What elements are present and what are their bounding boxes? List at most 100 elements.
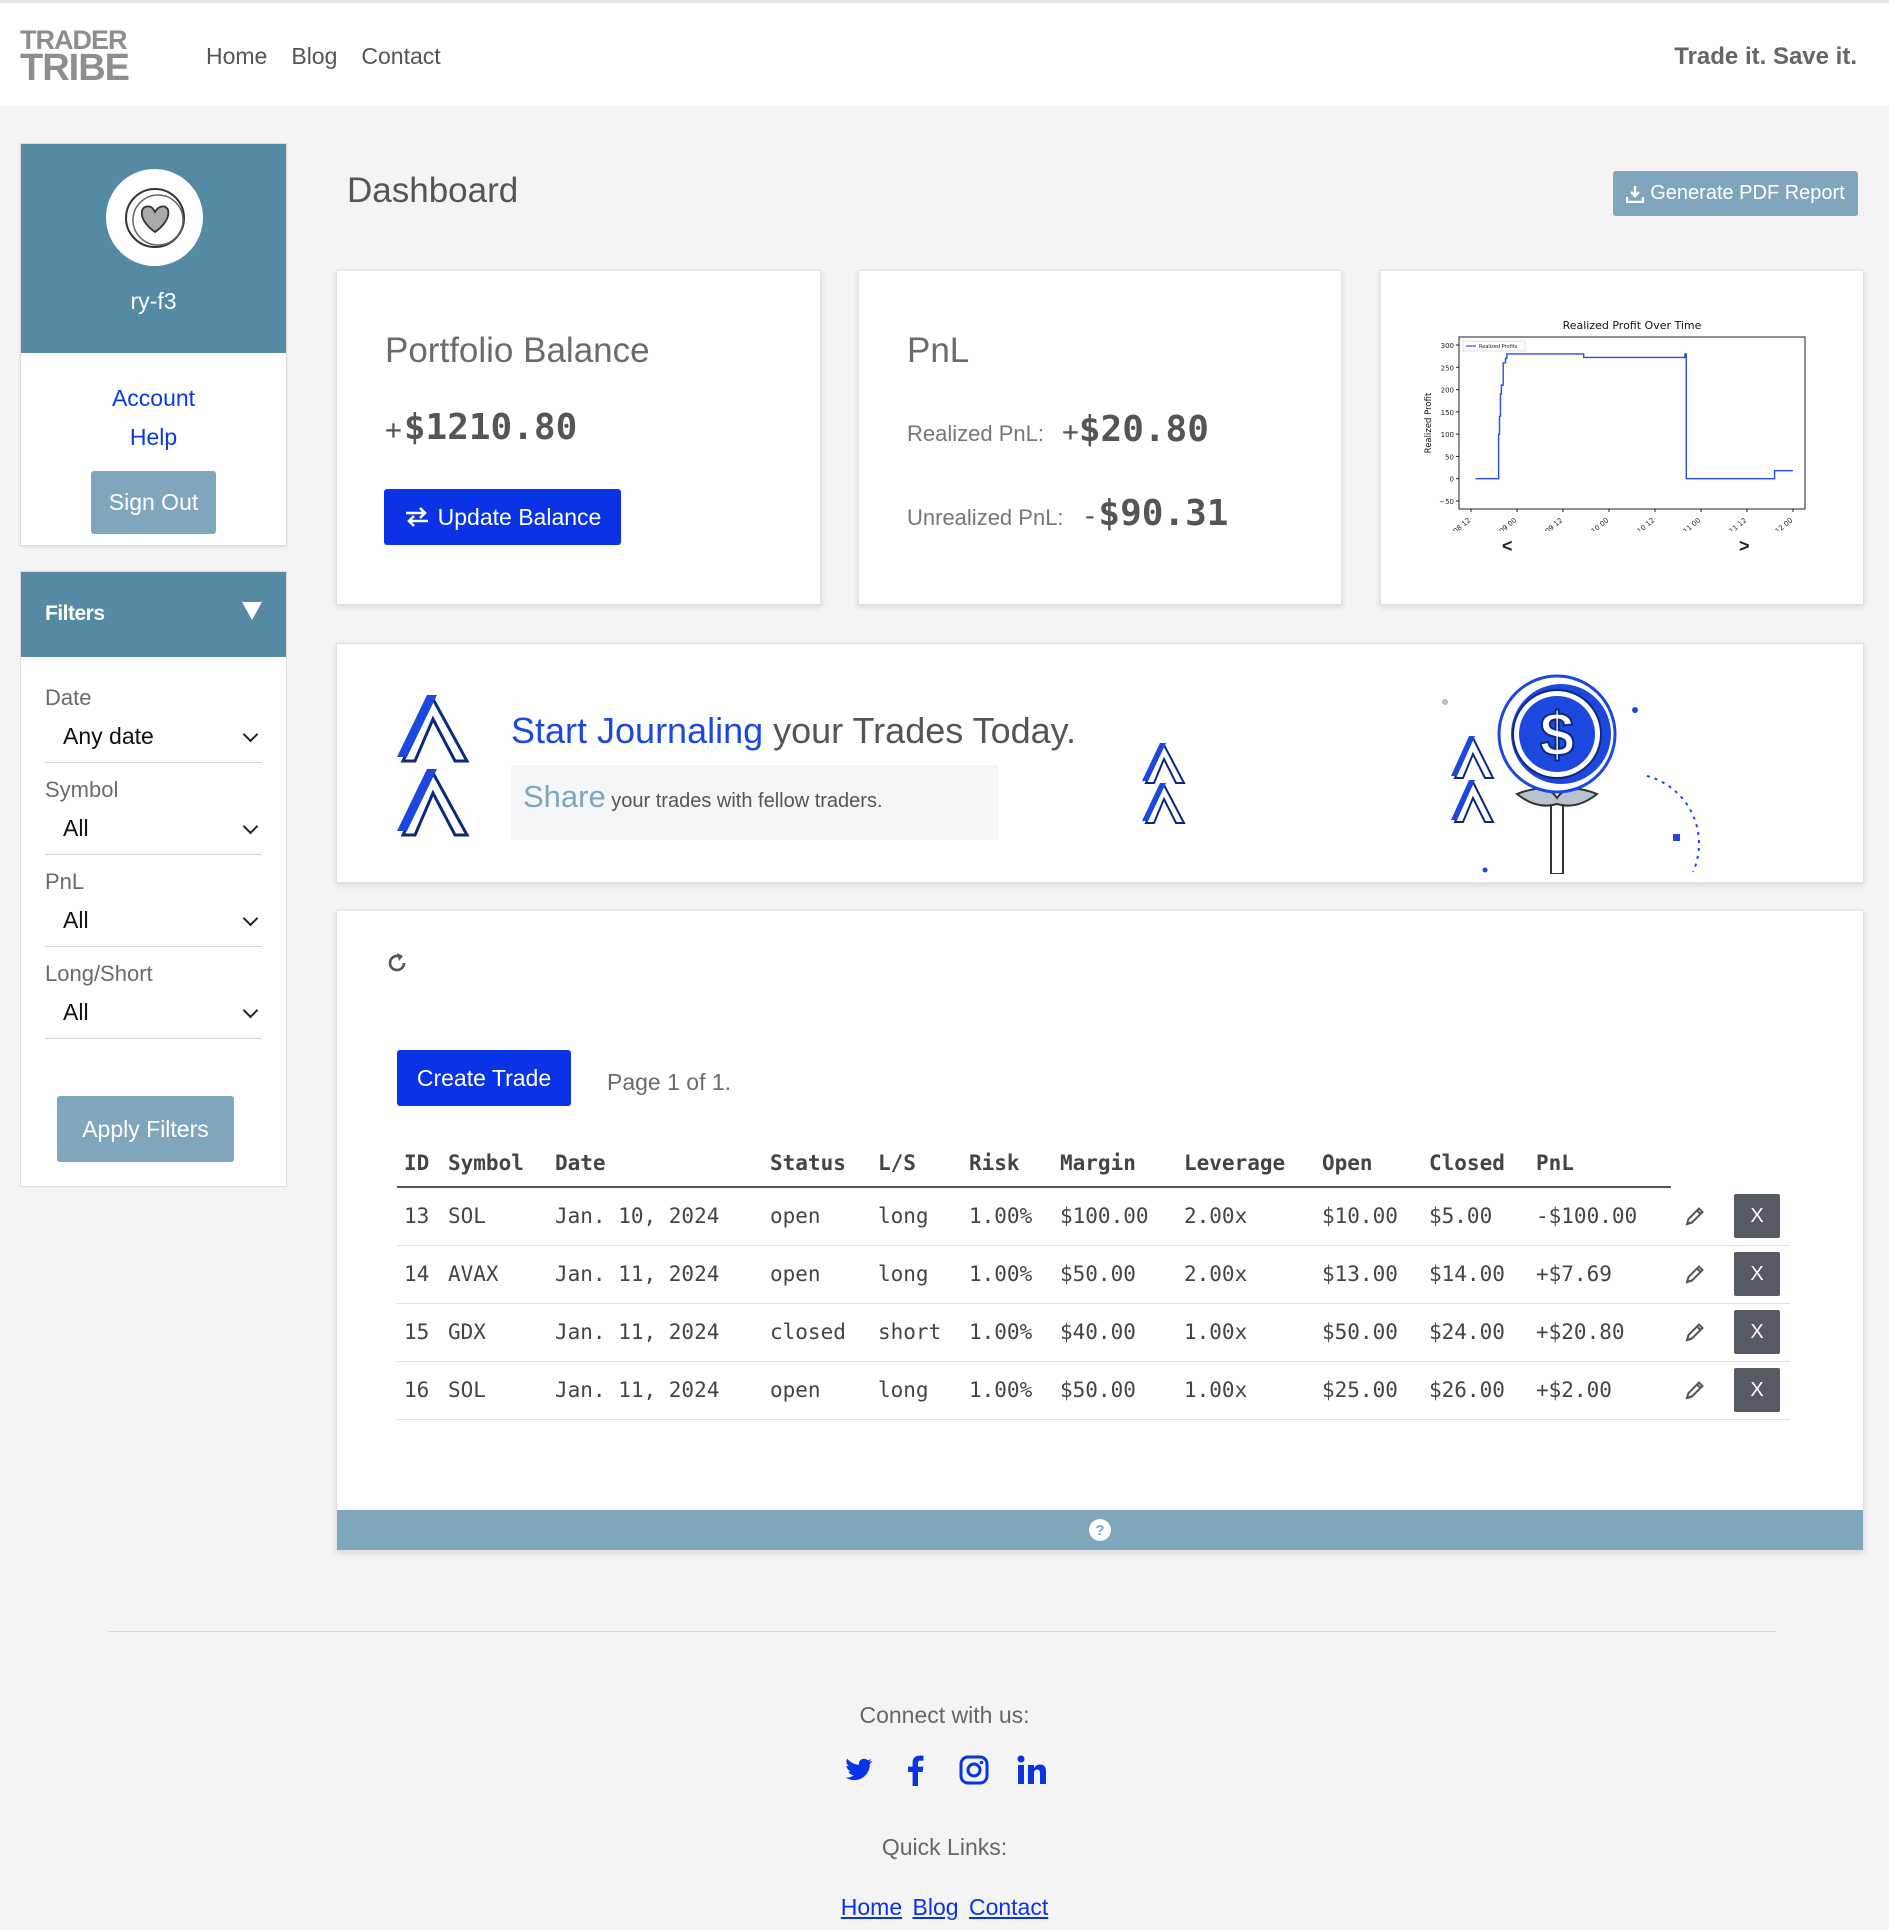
apply-filters-button[interactable]: Apply Filters: [57, 1096, 234, 1162]
table-cell: GDX: [441, 1303, 548, 1362]
help-circle-icon[interactable]: ?: [1088, 1518, 1112, 1542]
table-cell: $100.00: [1053, 1187, 1177, 1246]
sign-out-button[interactable]: Sign Out: [90, 471, 217, 534]
filters-title: Filters: [45, 602, 105, 625]
table-cell: $26.00: [1422, 1361, 1529, 1420]
pnl-card: PnL Realized PnL: +$20.80 Unrealized PnL…: [858, 270, 1342, 605]
edit-cell: [1671, 1303, 1727, 1362]
y-tick-label: 50: [1445, 453, 1454, 461]
generate-pdf-button[interactable]: Generate PDF Report: [1613, 171, 1858, 216]
long-short-select[interactable]: All: [45, 987, 262, 1039]
column-header[interactable]: ID: [397, 1149, 441, 1188]
social-links: [0, 1754, 1889, 1786]
account-link[interactable]: Account: [21, 379, 286, 418]
update-balance-button[interactable]: Update Balance: [384, 489, 621, 545]
pencil-icon[interactable]: [1684, 1321, 1706, 1343]
logo[interactable]: TRADER TRIBE: [20, 27, 130, 88]
x-tick-label: 12 00: [1774, 516, 1794, 531]
portfolio-balance: +$1210.80: [385, 407, 578, 448]
column-header[interactable]: PnL: [1529, 1149, 1671, 1188]
filter-label: Long/Short: [45, 961, 153, 986]
filter-pnl: PnL All: [45, 869, 262, 947]
filter-label: Symbol: [45, 777, 119, 802]
filter-label: PnL: [45, 869, 85, 894]
footer-link-contact[interactable]: Contact: [969, 1894, 1048, 1920]
double-chevron-up-icon: [397, 695, 470, 837]
x-tick-label: 08 12: [1452, 516, 1472, 531]
refresh-icon[interactable]: [385, 951, 409, 975]
column-header[interactable]: Closed: [1422, 1149, 1529, 1188]
svg-text:?: ?: [1095, 1522, 1104, 1539]
x-tick-label: 09 12: [1544, 516, 1564, 531]
y-tick-label: 150: [1441, 409, 1454, 417]
pnl-title: PnL: [907, 331, 970, 370]
column-header[interactable]: Date: [548, 1149, 763, 1188]
table-cell: 2.00x: [1177, 1245, 1315, 1304]
nav-link-blog[interactable]: Blog: [291, 43, 337, 70]
table-cell: $13.00: [1315, 1245, 1422, 1304]
y-tick-label: 250: [1441, 364, 1454, 372]
table-cell: Jan. 11, 2024: [548, 1303, 763, 1362]
delete-cell: X: [1727, 1187, 1790, 1246]
tagline: Trade it. Save it.: [1674, 43, 1857, 70]
series-line: [1475, 353, 1793, 480]
instagram-icon[interactable]: [958, 1754, 990, 1786]
portfolio-card: Portfolio Balance +$1210.80 Update Balan…: [336, 270, 821, 605]
edit-cell: [1671, 1245, 1727, 1304]
nav-link-contact[interactable]: Contact: [361, 43, 440, 70]
filters-header[interactable]: Filters: [21, 572, 286, 657]
delete-trade-button[interactable]: X: [1734, 1368, 1780, 1412]
footer-link-home[interactable]: Home: [841, 1894, 902, 1920]
table-cell: 1.00%: [962, 1245, 1053, 1304]
column-header[interactable]: Status: [763, 1149, 871, 1188]
column-header[interactable]: Leverage: [1177, 1149, 1315, 1188]
column-header[interactable]: Margin: [1053, 1149, 1177, 1188]
table-row: 16 SOL Jan. 11, 2024 open long 1.00% $50.00 1.0…: [397, 1361, 1790, 1420]
chart-next-button[interactable]: >: [1739, 536, 1750, 557]
footer-link-blog[interactable]: Blog: [913, 1894, 959, 1920]
column-header[interactable]: Risk: [962, 1149, 1053, 1188]
nav-link-home[interactable]: Home: [206, 43, 267, 70]
profile-header: ry-f3: [21, 144, 286, 353]
chart-prev-button[interactable]: <: [1502, 536, 1513, 557]
pencil-icon[interactable]: [1684, 1205, 1706, 1227]
table-cell: $40.00: [1053, 1303, 1177, 1362]
date-select[interactable]: Any date: [45, 711, 262, 763]
y-tick-label: −50: [1439, 498, 1454, 506]
avatar: [106, 169, 203, 266]
filter-date: Date Any date: [45, 685, 262, 763]
facebook-icon[interactable]: [900, 1754, 932, 1786]
table-cell: 15: [397, 1303, 441, 1362]
twitter-icon[interactable]: [842, 1754, 874, 1786]
column-header[interactable]: L/S: [871, 1149, 962, 1188]
filters-card: Filters Date Any date Symbol All PnL All…: [20, 571, 287, 1187]
delete-cell: X: [1727, 1245, 1790, 1304]
trades-card: Create Trade Page 1 of 1. ID Symbol Date…: [336, 910, 1864, 1551]
edit-column: [1671, 1149, 1727, 1187]
help-link[interactable]: Help: [21, 418, 286, 457]
table-cell: open: [763, 1361, 871, 1420]
linkedin-icon[interactable]: [1016, 1754, 1048, 1786]
create-trade-button[interactable]: Create Trade: [397, 1050, 571, 1106]
double-chevron-up-icon: [1142, 742, 1186, 824]
triangle-down-icon[interactable]: [242, 602, 262, 620]
table-cell: $14.00: [1422, 1245, 1529, 1304]
pencil-icon[interactable]: [1684, 1379, 1706, 1401]
pnl-select[interactable]: All: [45, 895, 262, 947]
table-row: 15 GDX Jan. 11, 2024 closed short 1.00% $40.00…: [397, 1303, 1790, 1362]
edit-cell: [1671, 1361, 1727, 1420]
symbol-select[interactable]: All: [45, 803, 262, 855]
pencil-icon[interactable]: [1684, 1263, 1706, 1285]
delete-trade-button[interactable]: X: [1734, 1310, 1780, 1354]
navbar: TRADER TRIBE Home Blog Contact Trade it.…: [0, 0, 1889, 106]
delete-trade-button[interactable]: X: [1734, 1252, 1780, 1296]
table-cell: 1.00x: [1177, 1303, 1315, 1362]
table-cell: closed: [763, 1303, 871, 1362]
table-cell: $50.00: [1053, 1361, 1177, 1420]
y-tick-label: 300: [1441, 342, 1454, 350]
heart-icon: [124, 187, 185, 248]
column-header[interactable]: Symbol: [441, 1149, 548, 1188]
delete-trade-button[interactable]: X: [1734, 1194, 1780, 1239]
username: ry-f3: [130, 288, 177, 314]
column-header[interactable]: Open: [1315, 1149, 1422, 1188]
